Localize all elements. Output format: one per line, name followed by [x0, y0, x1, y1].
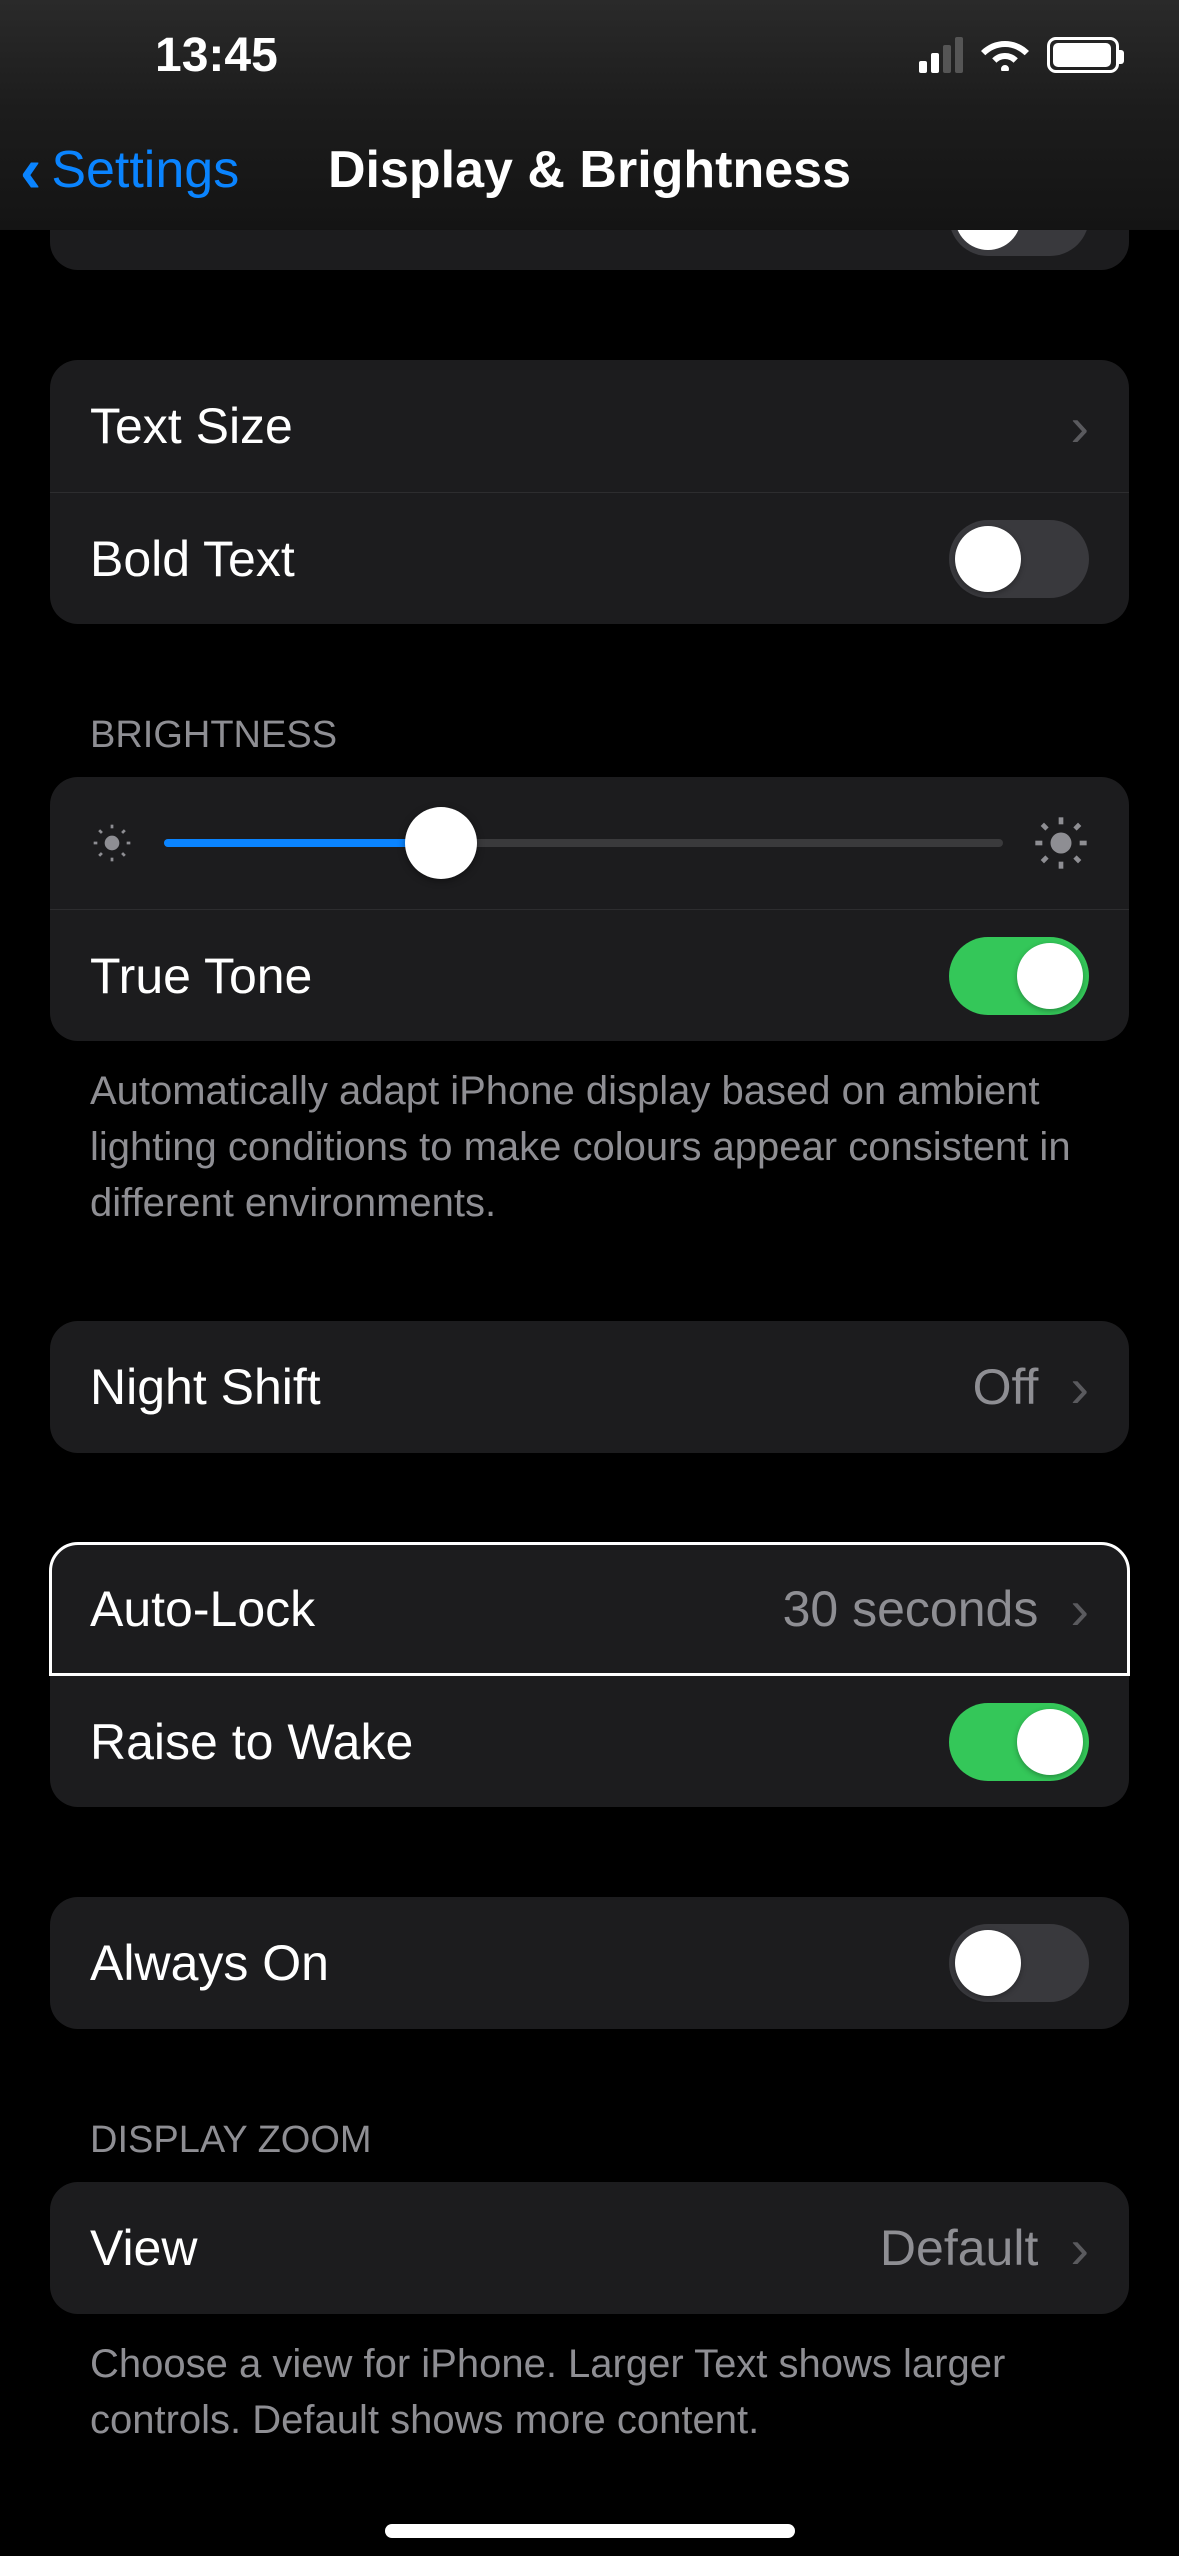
auto-lock-row[interactable]: Auto-Lock 30 seconds ›: [50, 1543, 1129, 1675]
cellular-signal-icon: [919, 37, 963, 73]
text-size-label: Text Size: [90, 397, 293, 455]
chevron-right-icon: ›: [1070, 2216, 1089, 2281]
raise-to-wake-label: Raise to Wake: [90, 1713, 413, 1771]
raise-to-wake-toggle[interactable]: [949, 1703, 1089, 1781]
raise-to-wake-row[interactable]: Raise to Wake: [50, 1675, 1129, 1807]
bold-text-label: Bold Text: [90, 530, 295, 588]
navigation-bar: ‹ Settings Display & Brightness: [0, 110, 1179, 230]
true-tone-row[interactable]: True Tone: [50, 909, 1129, 1041]
brightness-high-icon: [1033, 815, 1089, 871]
status-indicators: [919, 35, 1119, 76]
wifi-icon: [981, 35, 1029, 76]
text-size-row[interactable]: Text Size ›: [50, 360, 1129, 492]
chevron-right-icon: ›: [1070, 1577, 1089, 1642]
always-on-toggle[interactable]: [949, 1924, 1089, 2002]
partial-row-above: [50, 230, 1129, 270]
view-label: View: [90, 2219, 197, 2277]
night-shift-row[interactable]: Night Shift Off ›: [50, 1321, 1129, 1453]
chevron-left-icon: ‹: [20, 138, 41, 202]
display-zoom-footer: Choose a view for iPhone. Larger Text sh…: [50, 2314, 1129, 2448]
status-time: 13:45: [155, 28, 278, 83]
status-bar: 13:45: [0, 0, 1179, 110]
brightness-low-icon: [90, 821, 134, 865]
chevron-right-icon: ›: [1070, 394, 1089, 459]
auto-lock-label: Auto-Lock: [90, 1580, 315, 1638]
true-tone-footer: Automatically adapt iPhone display based…: [50, 1041, 1129, 1231]
bold-text-toggle[interactable]: [949, 520, 1089, 598]
auto-lock-value: 30 seconds: [783, 1580, 1039, 1638]
brightness-section-header: BRIGHTNESS: [50, 714, 1129, 777]
back-label: Settings: [51, 140, 239, 200]
always-on-row[interactable]: Always On: [50, 1897, 1129, 2029]
true-tone-toggle[interactable]: [949, 937, 1089, 1015]
brightness-slider[interactable]: [164, 839, 1003, 847]
true-tone-label: True Tone: [90, 947, 312, 1005]
back-button[interactable]: ‹ Settings: [0, 138, 239, 202]
chevron-right-icon: ›: [1070, 1355, 1089, 1420]
bold-text-row[interactable]: Bold Text: [50, 492, 1129, 624]
view-value: Default: [880, 2219, 1038, 2277]
night-shift-value: Off: [973, 1358, 1039, 1416]
toggle-partial[interactable]: [949, 230, 1089, 256]
brightness-slider-row: [50, 777, 1129, 909]
always-on-label: Always On: [90, 1934, 329, 1992]
view-row[interactable]: View Default ›: [50, 2182, 1129, 2314]
battery-icon: [1047, 37, 1119, 73]
night-shift-label: Night Shift: [90, 1358, 321, 1416]
home-indicator[interactable]: [385, 2524, 795, 2538]
display-zoom-section-header: DISPLAY ZOOM: [50, 2119, 1129, 2182]
